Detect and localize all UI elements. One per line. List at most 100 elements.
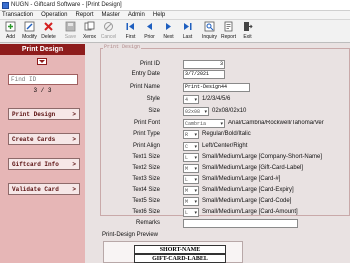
- save-icon: [65, 21, 76, 32]
- style-label: Style: [146, 96, 160, 102]
- style-hint: 1/2/3/4/5/6: [202, 96, 231, 102]
- print-type-hint: Regular/Bold/Italic: [202, 131, 251, 137]
- group-title: Print Design: [103, 44, 142, 50]
- dropdown-arrow-icon: ▾: [194, 154, 197, 161]
- text5-size-select[interactable]: M ▾: [183, 197, 199, 206]
- text3-size-label: Text3 Size: [132, 176, 160, 182]
- preview-line-gift-card-label: GIFT-CARD-LABEL: [134, 254, 226, 263]
- sidebar-collapse-button[interactable]: [37, 58, 47, 65]
- modify-button[interactable]: Modify: [20, 20, 39, 42]
- chevron-down-icon: [39, 60, 45, 63]
- inquiry-button[interactable]: Inquiry: [200, 20, 219, 42]
- print-font-select[interactable]: Cambria ▾: [183, 119, 225, 128]
- preview-line-short-name: SHORT-NAME: [134, 245, 226, 254]
- chevron-right-icon: >: [72, 110, 76, 118]
- size-select[interactable]: 02x08 ▾: [183, 107, 209, 116]
- print-id-label: Print ID: [139, 61, 160, 67]
- sidebar-item-create-cards[interactable]: Create Cards >: [8, 133, 80, 145]
- print-type-select[interactable]: R ▾: [183, 130, 199, 139]
- style-select[interactable]: 4 ▾: [183, 95, 199, 104]
- app-icon: [2, 1, 9, 9]
- text2-size-label: Text2 Size: [132, 165, 160, 171]
- record-count: 3 / 3: [33, 87, 52, 94]
- print-id-field[interactable]: 3: [183, 60, 225, 69]
- sidebar-item-print-design[interactable]: Print Design >: [8, 108, 80, 120]
- dropdown-arrow-icon: ▾: [194, 187, 197, 194]
- print-type-label: Print Type: [133, 131, 160, 137]
- cancel-icon: [103, 21, 114, 32]
- dropdown-arrow-icon: ▾: [220, 120, 223, 127]
- text1-size-label: Text1 Size: [132, 154, 160, 160]
- dropdown-arrow-icon: ▾: [194, 143, 197, 150]
- first-icon: [125, 21, 136, 32]
- xerox-button[interactable]: Xerox: [80, 20, 99, 42]
- sidebar: Print Design Find ID 3 / 3 Print Design >…: [0, 44, 85, 263]
- inquiry-icon: [204, 21, 215, 32]
- add-button[interactable]: Add: [1, 20, 20, 42]
- menu-help[interactable]: Help: [153, 12, 165, 18]
- next-button[interactable]: Next: [159, 20, 178, 42]
- dropdown-arrow-icon: ▾: [194, 131, 197, 138]
- menu-transaction[interactable]: Transaction: [2, 12, 33, 18]
- print-align-select[interactable]: C ▾: [183, 142, 199, 151]
- print-preview: SHORT-NAME GIFT-CARD-LABEL: [103, 241, 243, 263]
- report-icon: [223, 21, 234, 32]
- chevron-right-icon: >: [72, 135, 76, 143]
- text6-size-select[interactable]: L ▾: [183, 208, 199, 217]
- dropdown-arrow-icon: ▾: [204, 108, 207, 115]
- window-titlebar: NUGN - Giftcard Software - [Print Design…: [0, 0, 350, 11]
- print-name-field[interactable]: Print-Design44: [183, 83, 250, 92]
- print-font-label: Print Font: [133, 120, 160, 126]
- prior-icon: [144, 21, 155, 32]
- find-id-input[interactable]: Find ID: [8, 74, 78, 85]
- cancel-button[interactable]: Cancel: [99, 20, 118, 42]
- next-icon: [163, 21, 174, 32]
- last-icon: [182, 21, 193, 32]
- menu-bar: Transaction Operation Report Master Admi…: [0, 11, 350, 20]
- text3-size-hint: Small/Medium/Large [Card-#]: [202, 176, 281, 182]
- dropdown-arrow-icon: ▾: [194, 96, 197, 103]
- prior-button[interactable]: Prior: [140, 20, 159, 42]
- delete-button[interactable]: Delete: [39, 20, 58, 42]
- entry-date-field[interactable]: 3/7/2021: [183, 70, 225, 79]
- sidebar-item-validate-card[interactable]: Validate Card >: [8, 183, 80, 195]
- text6-size-label: Text6 Size: [132, 209, 160, 215]
- text3-size-select[interactable]: L ▾: [183, 175, 199, 184]
- exit-icon: [242, 21, 253, 32]
- menu-operation[interactable]: Operation: [41, 12, 67, 18]
- menu-master[interactable]: Master: [102, 12, 120, 18]
- first-button[interactable]: First: [121, 20, 140, 42]
- chevron-right-icon: >: [72, 185, 76, 193]
- text5-size-hint: Small/Medium/Large [Card-Code]: [202, 198, 292, 204]
- size-hint: 02x08/02x10: [212, 108, 247, 114]
- add-icon: [5, 21, 16, 32]
- last-button[interactable]: Last: [178, 20, 197, 42]
- print-align-label: Print Align: [132, 143, 160, 149]
- text6-size-hint: Small/Medium/Large [Card-Amount]: [202, 209, 298, 215]
- text2-size-hint: Small/Medium/Large [Gift-Card-Label]: [202, 165, 304, 171]
- menu-admin[interactable]: Admin: [128, 12, 145, 18]
- window-title: NUGN - Giftcard Software - [Print Design…: [11, 2, 122, 8]
- remarks-label: Remarks: [135, 220, 160, 226]
- text1-size-hint: Small/Medium/Large [Company-Short-Name]: [202, 154, 323, 160]
- dropdown-arrow-icon: ▾: [194, 165, 197, 172]
- entry-date-label: Entry Date: [131, 71, 160, 77]
- chevron-right-icon: >: [72, 160, 76, 168]
- sidebar-item-giftcard-info[interactable]: Giftcard Info >: [8, 158, 80, 170]
- text2-size-select[interactable]: M ▾: [183, 164, 199, 173]
- print-name-label: Print Name: [129, 84, 160, 90]
- print-align-hint: Left/Center/Right: [202, 143, 248, 149]
- report-button[interactable]: Report: [219, 20, 238, 42]
- text1-size-select[interactable]: L ▾: [183, 153, 199, 162]
- text4-size-select[interactable]: M ▾: [183, 186, 199, 195]
- remarks-field[interactable]: [183, 219, 298, 228]
- text4-size-label: Text4 Size: [132, 187, 160, 193]
- exit-button[interactable]: Exit: [238, 20, 257, 42]
- menu-report[interactable]: Report: [75, 12, 93, 18]
- toolbar: Add Modify Delete Save Xerox Cancel Firs…: [0, 20, 350, 43]
- xerox-icon: [84, 21, 95, 32]
- print-font-hint: Arial/Cambria/Rockwell/Tahoma/Ver: [228, 120, 324, 126]
- dropdown-arrow-icon: ▾: [194, 198, 197, 205]
- save-button[interactable]: Save: [61, 20, 80, 42]
- dropdown-arrow-icon: ▾: [194, 209, 197, 216]
